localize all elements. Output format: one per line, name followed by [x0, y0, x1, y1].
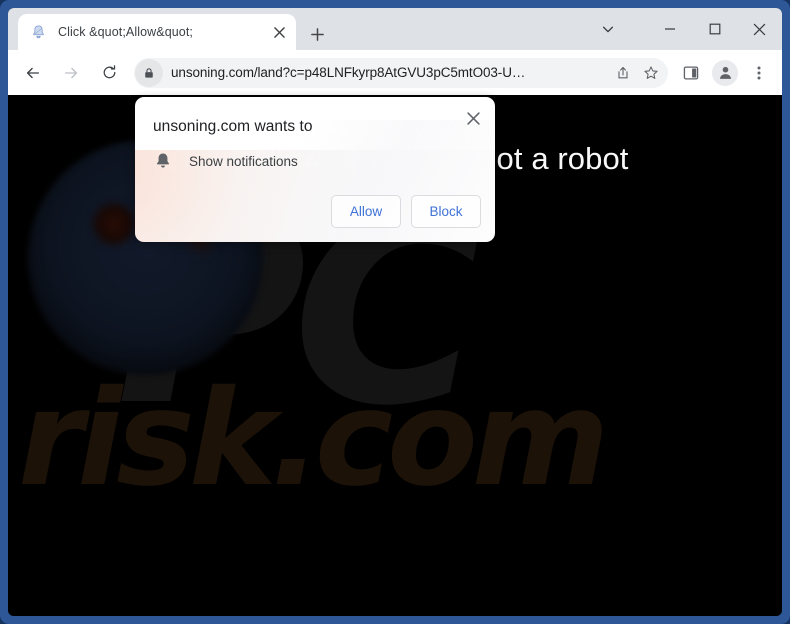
tab-title: Click &quot;Allow&quot;	[58, 25, 194, 39]
browser-window: Click &quot;Allow&quot; unsoning.com/lan…	[0, 0, 790, 624]
bell-icon	[153, 151, 173, 171]
maximize-button[interactable]	[692, 8, 737, 50]
star-icon[interactable]	[637, 59, 665, 87]
browser-tab[interactable]: Click &quot;Allow&quot;	[18, 14, 296, 50]
tab-search-button[interactable]	[588, 8, 628, 50]
url-text[interactable]: unsoning.com/land?c=p48LNFkyrp8AtGVU3pC5…	[171, 65, 609, 80]
minimize-button[interactable]	[647, 8, 692, 50]
dialog-close-icon[interactable]	[460, 105, 486, 131]
window-controls	[647, 8, 782, 50]
tab-close-icon[interactable]	[270, 23, 288, 41]
browser-window-inner: Click &quot;Allow&quot; unsoning.com/lan…	[8, 8, 782, 616]
allow-button[interactable]: Allow	[331, 195, 401, 228]
omnibox-actions	[609, 59, 665, 87]
dialog-actions: Allow Block	[321, 195, 481, 228]
dialog-title: unsoning.com wants to	[153, 118, 313, 135]
close-window-button[interactable]	[737, 8, 782, 50]
watermark-risk: risk.com	[18, 362, 609, 516]
block-button[interactable]: Block	[411, 195, 481, 228]
reload-button[interactable]	[94, 58, 124, 88]
address-bar[interactable]: unsoning.com/land?c=p48LNFkyrp8AtGVU3pC5…	[134, 57, 668, 88]
permission-row: Show notifications	[153, 151, 298, 171]
side-panel-icon[interactable]	[677, 59, 705, 87]
share-icon[interactable]	[609, 59, 637, 87]
profile-avatar[interactable]	[712, 59, 738, 86]
tab-strip: Click &quot;Allow&quot;	[8, 8, 782, 50]
new-tab-button[interactable]	[303, 20, 331, 48]
bell-favicon-icon	[30, 24, 47, 41]
browser-toolbar: unsoning.com/land?c=p48LNFkyrp8AtGVU3pC5…	[8, 50, 782, 95]
three-dot-menu-icon[interactable]	[745, 59, 773, 87]
notification-permission-dialog: unsoning.com wants to Show notifications…	[135, 97, 495, 242]
toolbar-actions	[674, 59, 776, 87]
lock-icon[interactable]	[135, 58, 163, 87]
back-button[interactable]	[18, 58, 48, 88]
permission-label: Show notifications	[189, 153, 298, 169]
background-glow-orange	[93, 203, 135, 245]
forward-button	[56, 58, 86, 88]
